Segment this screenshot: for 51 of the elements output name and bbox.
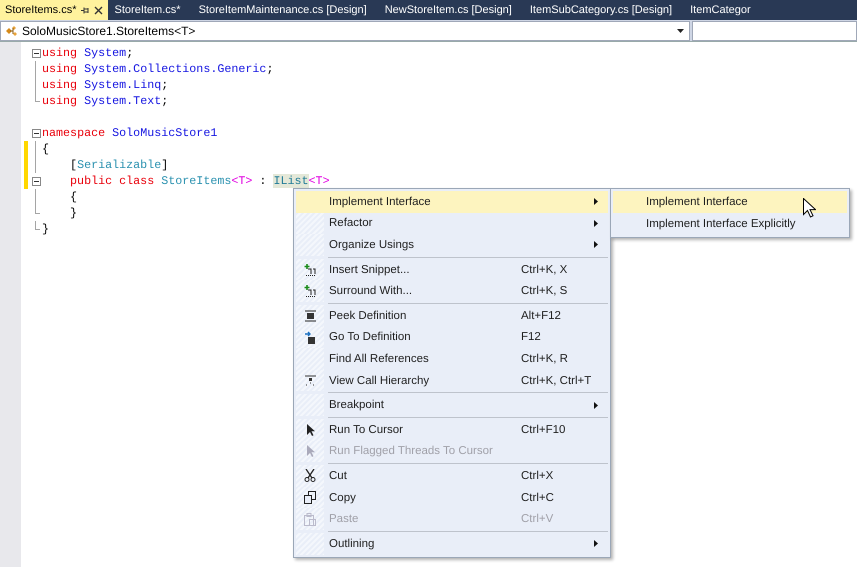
code-line: { <box>69 190 78 204</box>
code-line: using System.Text; <box>42 94 168 108</box>
pointer-icon <box>306 424 314 436</box>
go-to-icon <box>304 330 316 344</box>
copy-icon <box>304 491 316 504</box>
class-icon <box>5 25 19 37</box>
document-tab[interactable]: ItemCategor <box>685 0 756 20</box>
code-line: using System.Collections.Generic; <box>42 62 274 76</box>
menu-item[interactable]: View Call Hierarchy Ctrl+K, Ctrl+T <box>296 370 608 392</box>
menu-item[interactable]: Run To Cursor Ctrl+F10 <box>296 418 608 441</box>
hierarchy-icon <box>304 375 316 386</box>
menu-item[interactable]: Implement Interface <box>613 191 847 213</box>
close-icon[interactable] <box>94 6 103 14</box>
code-line: { <box>42 142 50 156</box>
menu-item[interactable]: Implement Interface Explicitly <box>613 213 847 235</box>
snippet-icon <box>304 285 316 298</box>
document-tab[interactable]: NewStoreItem.cs [Design] <box>380 0 517 20</box>
code-line: using System; <box>42 46 134 60</box>
document-tab[interactable]: ItemSubCategory.cs [Design] <box>524 0 678 20</box>
collapse-icon[interactable] <box>32 128 40 138</box>
type-dropdown[interactable]: SoloMusicStore1.StoreItems<T> <box>0 21 690 41</box>
menu-item[interactable]: Find All References Ctrl+K, R <box>296 348 608 370</box>
menu-item[interactable]: Go To Definition F12 <box>296 326 608 348</box>
menu-item[interactable]: Insert Snippet... Ctrl+K, X <box>296 258 608 280</box>
pin-icon[interactable] <box>80 6 90 14</box>
paste-icon <box>304 512 316 526</box>
document-tab[interactable]: StoreItems.cs* <box>0 0 108 20</box>
pointer-icon <box>306 445 314 458</box>
code-line: namespace SoloMusicStore1 <box>42 126 218 140</box>
code-line: } <box>42 222 50 236</box>
document-tab[interactable]: StoreItemMaintenance.cs [Design] <box>194 0 372 20</box>
document-tab[interactable]: StoreItem.cs* <box>110 0 186 20</box>
scissors-icon <box>304 469 316 482</box>
dropdown-arrow-icon[interactable] <box>677 29 684 33</box>
menu-item[interactable]: Outlining <box>296 532 608 554</box>
collapse-icon[interactable] <box>32 48 40 58</box>
menu-item[interactable]: Peek Definition Alt+F12 <box>296 304 608 327</box>
mouse-pointer-icon <box>803 198 816 218</box>
snippet-icon <box>304 264 316 276</box>
collapse-icon[interactable] <box>32 176 40 186</box>
code-line: using System.Linq; <box>42 78 168 92</box>
menu-item[interactable]: Organize Usings <box>296 234 608 256</box>
code-line: } <box>69 206 78 220</box>
menu-item[interactable]: Copy Ctrl+C <box>296 486 608 508</box>
menu-item[interactable]: Surround With... Ctrl+K, S <box>296 280 608 302</box>
menu-item[interactable]: Cut Ctrl+X <box>296 465 608 487</box>
menu-item[interactable]: Breakpoint <box>296 394 608 416</box>
code-line: public class StoreItems<T> : IList<T> <box>69 174 330 188</box>
menu-item[interactable]: Refactor <box>296 212 608 234</box>
code-line: [Serializable] <box>69 158 168 172</box>
peek-icon <box>304 310 316 322</box>
